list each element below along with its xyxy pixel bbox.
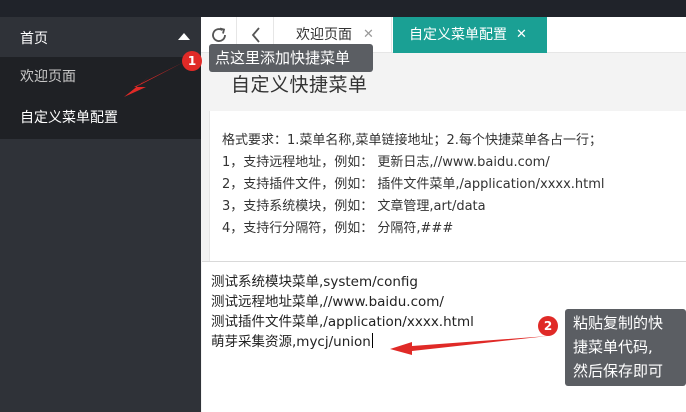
annotation-badge-1: 1 xyxy=(182,51,202,71)
close-icon[interactable]: ✕ xyxy=(516,17,527,53)
annotation-tooltip-2: 粘贴复制的快 捷菜单代码, 然后保存即可 xyxy=(565,309,686,386)
annotation-tooltip-1: 点这里添加快捷菜单 xyxy=(209,44,373,72)
editor-line-last: 萌芽采集资源,mycj/union xyxy=(211,330,373,350)
sidebar-item-welcome[interactable]: 欢迎页面 xyxy=(0,57,201,97)
page-title: 自定义快捷菜单 xyxy=(231,74,368,96)
chevron-left-icon xyxy=(251,27,260,43)
sidebar-item-custom-menu[interactable]: 自定义菜单配置 xyxy=(0,98,201,138)
text-cursor xyxy=(371,333,373,348)
sidebar-submenu: 欢迎页面 自定义菜单配置 xyxy=(0,57,201,139)
annotation-badge-2: 2 xyxy=(538,316,558,336)
help-line: 2，支持插件文件，例如： 插件文件菜单,/application/xxxx.ht… xyxy=(222,177,605,192)
annotation-2-line: 粘贴复制的快 xyxy=(573,314,664,332)
editor-line: 测试远程地址菜单,//www.baidu.com/ xyxy=(211,294,444,310)
help-line: 1，支持远程地址，例如： 更新日志,//www.baidu.com/ xyxy=(222,155,550,170)
tab-custom-menu[interactable]: 自定义菜单配置 ✕ xyxy=(393,17,547,53)
editor-line-text: 萌芽采集资源,mycj/union xyxy=(211,334,371,350)
help-line: 格式要求：1.菜单名称,菜单链接地址；2.每个快捷菜单各占一行； xyxy=(222,133,602,148)
annotation-2-line: 然后保存即可 xyxy=(573,362,664,380)
editor-line: 测试插件文件菜单,/application/xxxx.html xyxy=(211,314,474,330)
sidebar-menu-home[interactable]: 首页 xyxy=(0,17,201,57)
help-line: 3，支持系统模块，例如： 文章管理,art/data xyxy=(222,199,486,214)
sidebar-menu-home-label: 首页 xyxy=(20,31,48,47)
top-bar xyxy=(0,0,686,17)
caret-up-icon xyxy=(178,33,190,40)
tab-custom-menu-label: 自定义菜单配置 xyxy=(409,27,507,43)
annotation-2-line: 捷菜单代码, xyxy=(573,338,653,356)
editor-line: 测试系统模块菜单,system/config xyxy=(211,274,418,290)
refresh-icon xyxy=(212,27,226,42)
sidebar: 首页 欢迎页面 自定义菜单配置 xyxy=(0,17,201,412)
help-line: 4，支持行分隔符，例如： 分隔符,### xyxy=(222,221,454,236)
